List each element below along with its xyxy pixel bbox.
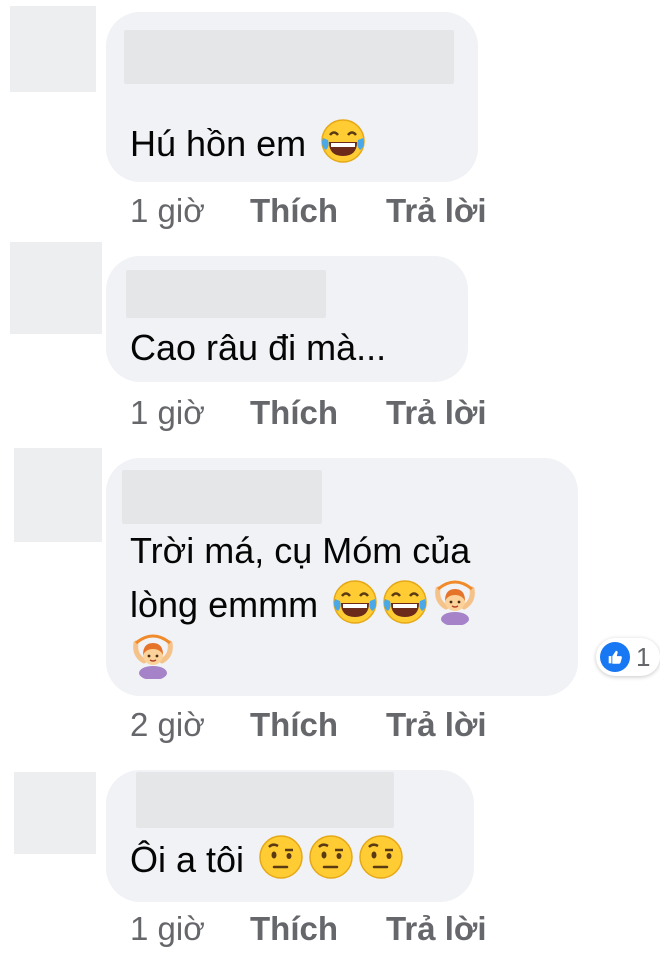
like-button[interactable]: Thích: [250, 910, 338, 948]
comment-text: Ôi a tôi: [130, 834, 404, 886]
person-gesturing-ok-icon: [130, 633, 176, 679]
comment-text-line-3: [130, 632, 478, 686]
face-with-raised-eyebrow-icon: [308, 834, 354, 880]
comment-text-content: Hú hồn em: [130, 123, 307, 164]
avatar[interactable]: [10, 6, 96, 92]
comment-text-content: Cao râu đi mà...: [130, 327, 387, 368]
author-name-redacted[interactable]: [136, 772, 394, 828]
comment-bubble: Ôi a tôi: [106, 770, 474, 902]
like-button[interactable]: Thích: [250, 394, 338, 432]
author-name-redacted[interactable]: [124, 30, 454, 84]
like-button[interactable]: Thích: [250, 192, 338, 230]
like-icon: [600, 642, 630, 672]
timestamp[interactable]: 2 giờ: [130, 706, 205, 744]
face-with-raised-eyebrow-icon: [258, 834, 304, 880]
comment-bubble: Trời má, cụ Móm của lòng emmm: [106, 458, 578, 696]
comment-text-line-1: Trời má, cụ Móm của: [130, 530, 471, 571]
comment-bubble: Cao râu đi mà...: [106, 256, 468, 382]
comment-text-content: lòng emmm: [130, 584, 319, 625]
reply-button[interactable]: Trả lời: [386, 706, 487, 744]
comment-bubble: Hú hồn em: [106, 12, 478, 182]
face-with-tears-of-joy-icon: [332, 579, 378, 625]
avatar[interactable]: [14, 448, 102, 542]
avatar[interactable]: [10, 242, 102, 334]
author-name-redacted[interactable]: [126, 270, 326, 318]
timestamp[interactable]: 1 giờ: [130, 394, 205, 432]
reply-button[interactable]: Trả lời: [386, 910, 487, 948]
comment-text-content: Ôi a tôi: [130, 839, 245, 880]
reply-button[interactable]: Trả lời: [386, 192, 487, 230]
author-name-redacted[interactable]: [122, 470, 322, 524]
comment-text: Hú hồn em: [130, 118, 366, 170]
like-button[interactable]: Thích: [250, 706, 338, 744]
reaction-summary[interactable]: 1: [596, 638, 660, 676]
face-with-raised-eyebrow-icon: [358, 834, 404, 880]
reaction-count: 1: [636, 641, 651, 672]
comment-text: Cao râu đi mà...: [130, 322, 386, 374]
timestamp[interactable]: 1 giờ: [130, 192, 205, 230]
comment-text-line-2: lòng emmm: [130, 578, 478, 632]
reply-button[interactable]: Trả lời: [386, 394, 487, 432]
person-gesturing-ok-icon: [432, 579, 478, 625]
timestamp[interactable]: 1 giờ: [130, 910, 205, 948]
face-with-tears-of-joy-icon: [320, 118, 366, 164]
comment-text: Trời má, cụ Móm của lòng emmm: [130, 524, 478, 686]
face-with-tears-of-joy-icon: [382, 579, 428, 625]
avatar[interactable]: [14, 772, 96, 854]
